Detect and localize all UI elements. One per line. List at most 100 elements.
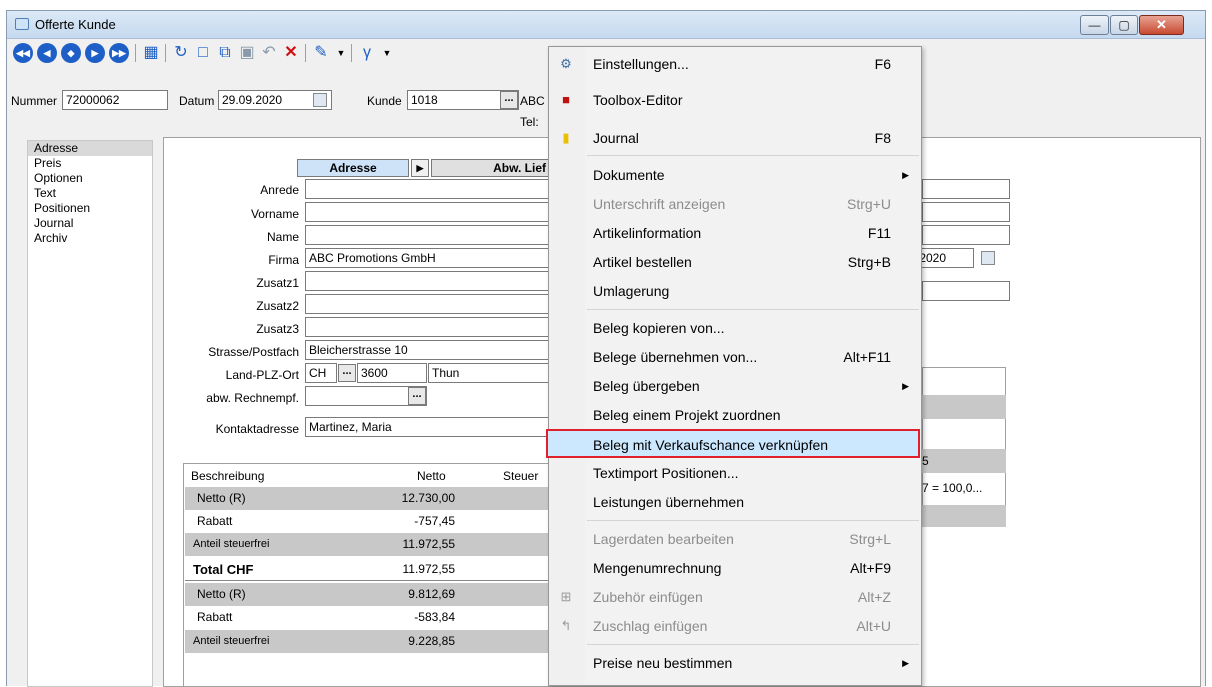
right-field-4[interactable] (922, 281, 1010, 301)
right-calendar-icon[interactable] (981, 251, 995, 265)
strasse-field[interactable]: Bleicherstrasse 10 (305, 340, 555, 360)
toolbar-separator (305, 44, 306, 62)
menu-item-label: Artikelinformation (593, 225, 702, 241)
menu-item-beleg-verkaufschance[interactable]: Beleg mit Verkaufschance verknüpfen (546, 429, 920, 458)
menu-separator (587, 520, 919, 521)
menu-item-textimport[interactable]: Textimport Positionen... (549, 459, 921, 488)
anrede-field[interactable] (305, 179, 555, 199)
filter-dropdown-icon[interactable]: ▼ (377, 43, 397, 63)
name-field[interactable] (305, 225, 555, 245)
col-header-netto: Netto (417, 469, 446, 483)
zusatz3-label: Zusatz3 (256, 322, 299, 336)
zusatz2-field[interactable] (305, 294, 555, 314)
right-field-1[interactable] (922, 179, 1010, 199)
vorname-field[interactable] (305, 202, 555, 222)
row-netto: 11.972,55 (402, 537, 456, 551)
row-desc: Anteil steuerfrei (193, 635, 270, 647)
abw-rechnempf-lookup-button[interactable]: ... (408, 387, 426, 405)
toolbar-separator (351, 44, 352, 62)
menu-item-journal[interactable]: ▮ Journal F8 (549, 124, 921, 153)
land-lookup-button[interactable]: ... (338, 364, 356, 382)
menu-item-label: Beleg mit Verkaufschance verknüpfen (593, 437, 829, 453)
col-header-steuer: Steuer (503, 469, 539, 483)
table-row: Netto (R) 12.730,00 (185, 487, 555, 510)
kunde-lookup-button[interactable]: ... (500, 91, 518, 109)
sidebar-item-adresse[interactable]: Adresse (28, 141, 152, 156)
zusatz3-field[interactable] (305, 317, 555, 337)
menu-item-einstellungen[interactable]: ⚙ Einstellungen... F6 (549, 50, 921, 79)
table-view-icon[interactable]: ▦ (141, 43, 161, 63)
table-row: Anteil steuerfrei 11.972,55 (185, 533, 555, 556)
maximize-icon: ▢ (1118, 18, 1130, 32)
copy-icon[interactable]: ⧉ (215, 43, 235, 63)
submenu-arrow-icon: ▶ (902, 170, 909, 180)
sidebar-item-journal[interactable]: Journal (28, 216, 152, 231)
tab-abw-lief[interactable]: Abw. Lief (431, 159, 551, 177)
undo-icon[interactable]: ↶ (259, 43, 279, 63)
last-record-icon[interactable]: ▶▶ (109, 43, 129, 63)
add-accessory-icon: ⊞ (560, 589, 572, 604)
tab-adresse[interactable]: Adresse (297, 159, 409, 177)
menu-item-artikelinformation[interactable]: Artikelinformation F11 (549, 219, 921, 248)
menu-item-beleg-uebergeben[interactable]: Beleg übergeben ▶ (549, 372, 921, 401)
toolbox-icon: ■ (562, 92, 570, 107)
minimize-button[interactable]: — (1080, 15, 1109, 35)
jump-record-icon[interactable]: ◆ (61, 43, 81, 63)
plz-field[interactable]: 3600 (357, 363, 427, 383)
sidebar-item-optionen[interactable]: Optionen (28, 171, 152, 186)
sidebar-item-preis[interactable]: Preis (28, 156, 152, 171)
sidebar-item-archiv[interactable]: Archiv (28, 231, 152, 246)
row-desc: Anteil steuerfrei (193, 538, 270, 550)
delete-icon[interactable]: ✕ (281, 43, 301, 63)
close-button[interactable]: ✕ (1139, 15, 1184, 35)
tools-icon[interactable]: ✎ (311, 43, 331, 63)
vorname-label: Vorname (250, 207, 299, 221)
menu-item-shortcut: Alt+U (856, 618, 891, 634)
right-field-3[interactable] (922, 225, 1010, 245)
menu-item-shortcut: Strg+B (847, 254, 891, 270)
new-document-icon[interactable]: □ (193, 43, 213, 63)
zusatz1-label: Zusatz1 (256, 276, 299, 290)
tools-dropdown-icon[interactable]: ▼ (331, 43, 351, 63)
row-desc: Netto (R) (197, 491, 246, 505)
save-icon[interactable]: ▣ (237, 43, 257, 63)
tab-arrow-icon[interactable]: ▶ (411, 159, 429, 177)
row-netto: 9.812,69 (408, 587, 455, 601)
menu-item-umlagerung[interactable]: Umlagerung (549, 277, 921, 306)
sidebar-item-text[interactable]: Text (28, 186, 152, 201)
menu-item-label: Dokumente (593, 167, 665, 183)
menu-item-preise-neu[interactable]: Preise neu bestimmen ▶ (549, 649, 921, 678)
menu-item-beleg-projekt[interactable]: Beleg einem Projekt zuordnen (549, 401, 921, 430)
previous-record-icon[interactable]: ◀ (37, 43, 57, 63)
calendar-icon[interactable] (313, 93, 327, 107)
firma-field[interactable]: ABC Promotions GmbH (305, 248, 555, 268)
datum-label: Datum (179, 94, 215, 108)
first-record-icon[interactable]: ◀◀ (13, 43, 33, 63)
kontaktadresse-field[interactable]: Martinez, Maria (305, 417, 555, 437)
maximize-button[interactable]: ▢ (1110, 15, 1138, 35)
table-row: Rabatt -583,84 (185, 606, 555, 629)
filter-icon[interactable]: γ (357, 43, 377, 63)
menu-item-mengenumrechnung[interactable]: Mengenumrechnung Alt+F9 (549, 554, 921, 583)
row-netto: 9.228,85 (408, 634, 455, 648)
menu-item-leistungen[interactable]: Leistungen übernehmen (549, 488, 921, 517)
sidebar-item-positionen[interactable]: Positionen (28, 201, 152, 216)
ort-field[interactable]: Thun (428, 363, 555, 383)
row-netto: -757,45 (414, 514, 455, 528)
menu-item-toolbox-editor[interactable]: ■ Toolbox-Editor (549, 86, 921, 115)
menu-item-beleg-kopieren[interactable]: Beleg kopieren von... (549, 314, 921, 343)
menu-item-belege-uebernehmen[interactable]: Belege übernehmen von... Alt+F11 (549, 343, 921, 372)
right-field-2[interactable] (922, 202, 1010, 222)
zusatz1-field[interactable] (305, 271, 555, 291)
land-field[interactable]: CH (305, 363, 337, 383)
menu-item-dokumente[interactable]: Dokumente ▶ (549, 161, 921, 190)
row-desc: Total CHF (193, 562, 254, 577)
refresh-icon[interactable]: ↻ (171, 43, 191, 63)
menu-item-shortcut: Alt+Z (857, 589, 891, 605)
menu-item-label: Toolbox-Editor (593, 92, 683, 108)
menu-item-label: Journal (593, 130, 639, 146)
next-record-icon[interactable]: ▶ (85, 43, 105, 63)
right-list-row-gray-2 (922, 505, 1006, 527)
menu-item-artikel-bestellen[interactable]: Artikel bestellen Strg+B (549, 248, 921, 277)
nummer-field[interactable]: 72000062 (62, 90, 168, 110)
